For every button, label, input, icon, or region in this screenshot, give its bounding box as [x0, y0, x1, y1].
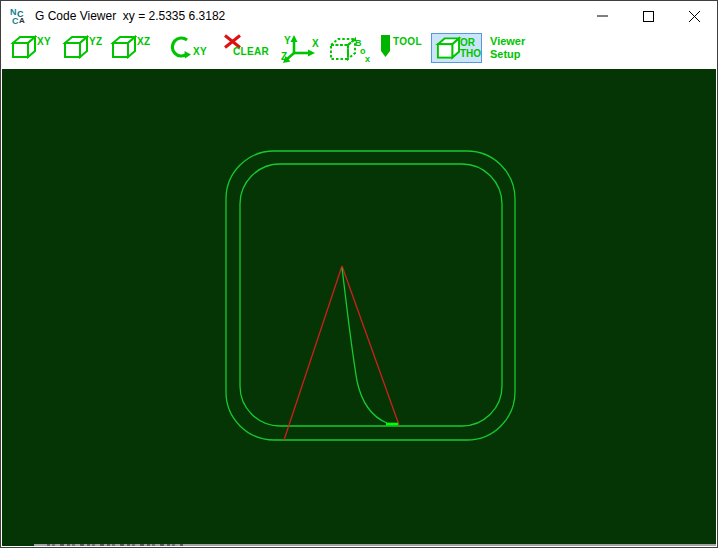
close-button[interactable] — [671, 1, 717, 31]
view-xy-button[interactable]: XY — [9, 35, 51, 59]
title-bar: N C C A G Code Viewer xy = 2.5335 6.3182 — [1, 1, 717, 31]
axes-x-label: X — [312, 38, 319, 49]
view-yz-button[interactable]: YZ — [61, 35, 102, 59]
axes-z-label: Z — [281, 51, 287, 62]
toolbar: XY YZ XZ XY — [1, 31, 717, 68]
maximize-button[interactable] — [625, 1, 671, 31]
maximize-icon — [625, 1, 671, 31]
cube-icon — [109, 35, 137, 59]
viewer-setup-button[interactable]: Viewer Setup — [490, 35, 525, 61]
view-xz-button[interactable]: XZ — [109, 35, 150, 59]
app-icon: N C C A — [9, 6, 29, 26]
tool-icon — [380, 35, 391, 59]
clear-button[interactable]: CLEAR — [222, 34, 269, 57]
viewer-setup-line1: Viewer — [490, 35, 525, 48]
rotate-xy-button[interactable]: XY — [167, 34, 207, 60]
view-yz-label: YZ — [89, 37, 102, 59]
box-button[interactable]: B o x — [328, 36, 372, 64]
ortho-label-line2: THO — [460, 48, 481, 59]
axes-button[interactable]: Y X Z — [281, 34, 321, 64]
svg-text:C: C — [12, 16, 19, 26]
window-controls — [579, 1, 717, 31]
outer-contour-path — [226, 151, 515, 440]
minimize-icon — [579, 1, 625, 31]
view-xy-label: XY — [37, 37, 51, 59]
svg-text:A: A — [19, 16, 25, 25]
tool-button[interactable]: TOOL — [380, 35, 422, 59]
axes-icon: Y X Z — [281, 34, 321, 64]
bottom-edge-marks — [47, 544, 183, 546]
box-dashed-cube-icon: B o x — [328, 36, 372, 64]
cube-icon — [435, 36, 462, 60]
ortho-label-line1: OR — [460, 37, 481, 48]
box-x-label: x — [365, 54, 370, 64]
rapid-move-left — [284, 266, 342, 440]
window-title: G Code Viewer xy = 2.5335 6.3182 — [35, 9, 225, 23]
viewer-setup-line2: Setup — [490, 48, 525, 61]
cube-icon — [9, 35, 37, 59]
tool-label: TOOL — [393, 37, 422, 59]
axes-y-label: Y — [284, 35, 291, 46]
rotate-icon — [167, 34, 193, 60]
gcode-canvas[interactable] — [2, 69, 716, 546]
rapid-move-right — [342, 266, 399, 425]
cube-icon — [61, 35, 89, 59]
minimize-button[interactable] — [579, 1, 625, 31]
rotate-xy-label: XY — [193, 47, 207, 60]
bottom-edge-strip — [34, 544, 716, 546]
close-icon — [671, 1, 717, 31]
view-xz-label: XZ — [137, 37, 150, 59]
ortho-button[interactable]: OR THO — [431, 33, 482, 63]
clear-label: CLEAR — [233, 47, 269, 57]
toolpath-drawing — [2, 69, 718, 548]
inner-contour-path — [240, 164, 502, 426]
gcode-viewer-window: N C C A G Code Viewer xy = 2.5335 6.3182 — [0, 0, 718, 548]
feed-move-curve — [342, 268, 387, 423]
